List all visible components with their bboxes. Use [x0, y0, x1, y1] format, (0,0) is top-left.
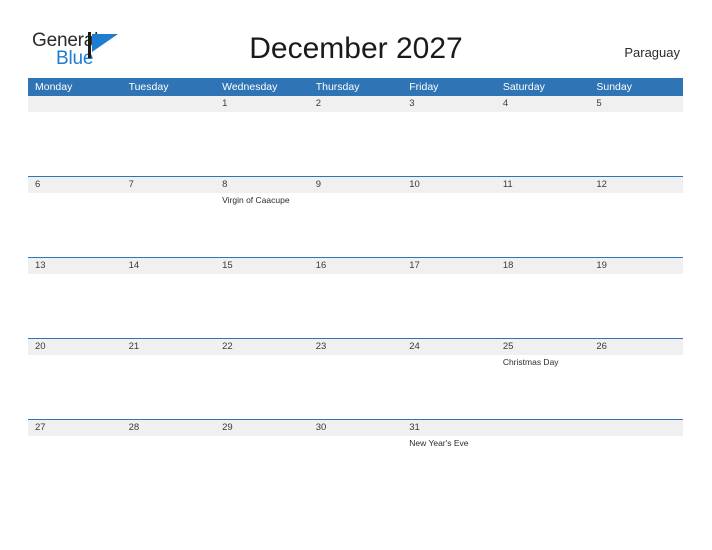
date-number[interactable]: 27: [28, 420, 122, 436]
day-header-sunday: Sunday: [596, 81, 632, 93]
date-number[interactable]: 3: [402, 96, 496, 112]
day-event[interactable]: [496, 193, 590, 257]
day-event[interactable]: [28, 274, 122, 338]
day-event[interactable]: [28, 193, 122, 257]
date-number[interactable]: 7: [122, 177, 216, 193]
week-date-band: 20 21 22 23 24 25 26: [28, 339, 683, 355]
day-event[interactable]: [122, 355, 216, 419]
date-number[interactable]: 11: [496, 177, 590, 193]
calendar-week-row: 13 14 15 16 17 18 19: [28, 257, 683, 338]
week-event-area: Christmas Day: [28, 355, 683, 419]
date-number[interactable]: 21: [122, 339, 216, 355]
day-event[interactable]: [402, 274, 496, 338]
date-number[interactable]: 29: [215, 420, 309, 436]
page-header: General Blue December 2027 Paraguay: [0, 0, 712, 78]
week-date-band: 13 14 15 16 17 18 19: [28, 258, 683, 274]
date-number[interactable]: 5: [589, 96, 683, 112]
day-event-holiday[interactable]: New Year's Eve: [402, 436, 496, 500]
day-event[interactable]: [215, 274, 309, 338]
day-event[interactable]: [496, 274, 590, 338]
day-event[interactable]: [496, 112, 590, 176]
week-event-area: [28, 112, 683, 176]
date-number[interactable]: 10: [402, 177, 496, 193]
date-number[interactable]: 28: [122, 420, 216, 436]
day-event[interactable]: [402, 355, 496, 419]
country-label: Paraguay: [624, 45, 680, 60]
date-number[interactable]: 24: [402, 339, 496, 355]
day-event[interactable]: [309, 274, 403, 338]
day-header-friday: Friday: [409, 81, 439, 93]
date-number[interactable]: 14: [122, 258, 216, 274]
day-header-saturday: Saturday: [502, 81, 545, 93]
date-number[interactable]: 2: [309, 96, 403, 112]
day-event[interactable]: [309, 355, 403, 419]
day-event[interactable]: [402, 112, 496, 176]
date-number[interactable]: 13: [28, 258, 122, 274]
day-event[interactable]: [122, 436, 216, 500]
calendar-week-row: 1 2 3 4 5: [28, 96, 683, 176]
day-event[interactable]: [589, 112, 683, 176]
day-event[interactable]: [589, 355, 683, 419]
day-event[interactable]: [496, 436, 590, 500]
day-of-week-header-row: Monday Tuesday Wednesday Thursday Friday…: [28, 78, 683, 96]
date-number[interactable]: 4: [496, 96, 590, 112]
calendar-page: General Blue December 2027 Paraguay Mond…: [0, 0, 712, 550]
date-number[interactable]: 12: [589, 177, 683, 193]
date-number[interactable]: 30: [309, 420, 403, 436]
day-event[interactable]: [589, 274, 683, 338]
date-number[interactable]: 8: [215, 177, 309, 193]
date-number[interactable]: 6: [28, 177, 122, 193]
date-number[interactable]: 20: [28, 339, 122, 355]
calendar-week-row: 20 21 22 23 24 25 26 Christmas Day: [28, 338, 683, 419]
calendar-week-row: 27 28 29 30 31 New Year's Eve: [28, 419, 683, 500]
date-number[interactable]: 17: [402, 258, 496, 274]
date-number[interactable]: 26: [589, 339, 683, 355]
day-event[interactable]: [589, 193, 683, 257]
day-event[interactable]: [28, 436, 122, 500]
date-number[interactable]: 1: [215, 96, 309, 112]
day-event[interactable]: [215, 355, 309, 419]
date-number[interactable]: 19: [589, 258, 683, 274]
day-event[interactable]: [28, 112, 122, 176]
day-event[interactable]: [309, 112, 403, 176]
date-number[interactable]: 16: [309, 258, 403, 274]
day-event[interactable]: [589, 436, 683, 500]
date-number[interactable]: 23: [309, 339, 403, 355]
day-event[interactable]: [28, 355, 122, 419]
page-title: December 2027: [249, 32, 463, 65]
date-number[interactable]: 18: [496, 258, 590, 274]
week-event-area: Virgin of Caacupe: [28, 193, 683, 257]
date-number[interactable]: [589, 420, 683, 436]
day-event-holiday[interactable]: Virgin of Caacupe: [215, 193, 309, 257]
week-date-band: 27 28 29 30 31: [28, 420, 683, 436]
date-number[interactable]: 31: [402, 420, 496, 436]
date-number[interactable]: [122, 96, 216, 112]
week-event-area: New Year's Eve: [28, 436, 683, 500]
week-date-band: 6 7 8 9 10 11 12: [28, 177, 683, 193]
day-event[interactable]: [122, 274, 216, 338]
day-header-thursday: Thursday: [315, 81, 360, 93]
date-number[interactable]: 25: [496, 339, 590, 355]
day-event[interactable]: [122, 193, 216, 257]
day-event[interactable]: [309, 436, 403, 500]
date-number[interactable]: 15: [215, 258, 309, 274]
week-date-band: 1 2 3 4 5: [28, 96, 683, 112]
day-event[interactable]: [402, 193, 496, 257]
date-number[interactable]: 22: [215, 339, 309, 355]
day-event[interactable]: [122, 112, 216, 176]
week-event-area: [28, 274, 683, 338]
day-header-tuesday: Tuesday: [128, 81, 169, 93]
day-event[interactable]: [309, 193, 403, 257]
date-number[interactable]: [28, 96, 122, 112]
day-header-wednesday: Wednesday: [222, 81, 278, 93]
calendar-week-row: 6 7 8 9 10 11 12 Virgin of Caacupe: [28, 176, 683, 257]
day-event[interactable]: [215, 112, 309, 176]
day-event[interactable]: [215, 436, 309, 500]
date-number[interactable]: 9: [309, 177, 403, 193]
day-header-monday: Monday: [35, 81, 73, 93]
date-number[interactable]: [496, 420, 590, 436]
calendar-grid: Monday Tuesday Wednesday Thursday Friday…: [28, 78, 683, 500]
day-event-holiday[interactable]: Christmas Day: [496, 355, 590, 419]
